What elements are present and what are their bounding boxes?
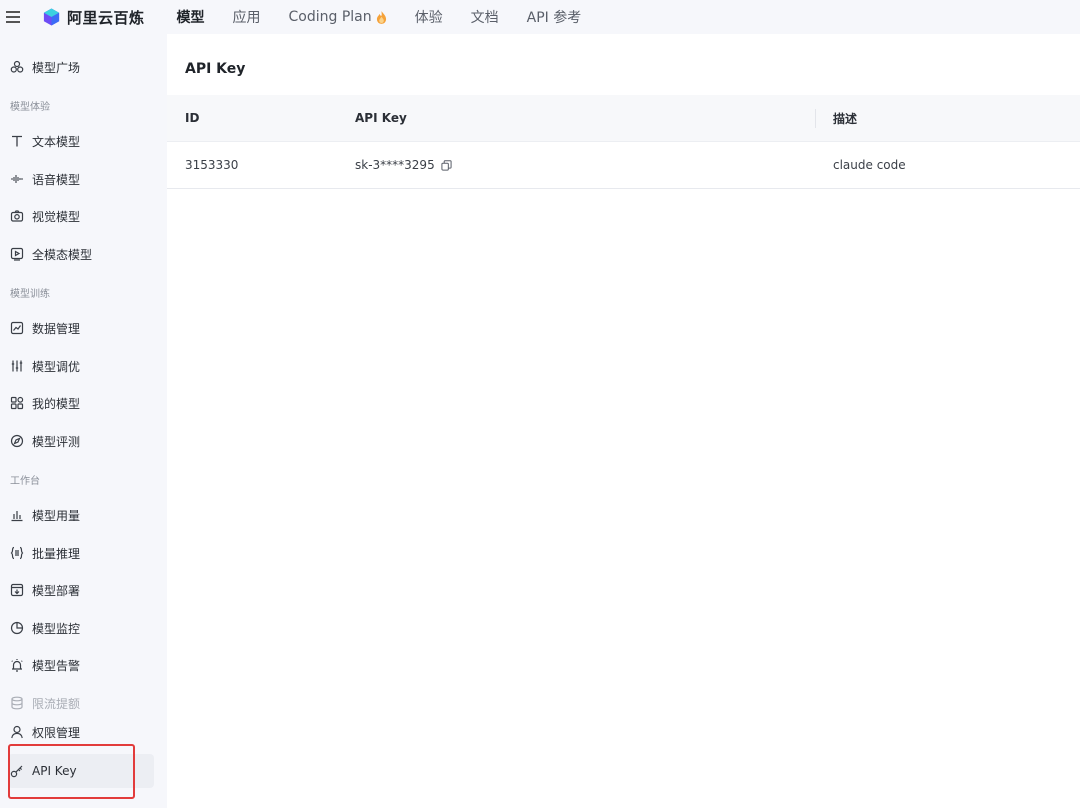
alarm-icon xyxy=(10,658,24,672)
sidebar-item-label: 批量推理 xyxy=(32,546,81,561)
flame-icon xyxy=(376,10,386,24)
sidebar-group-title: 工作台 xyxy=(10,476,40,487)
table-row: 3153330 sk-3****3295 claude code xyxy=(167,142,1080,189)
cluster-icon xyxy=(10,60,24,74)
compass-icon xyxy=(10,434,24,448)
sidebar-item-label: 模型调优 xyxy=(32,359,81,374)
copy-icon[interactable] xyxy=(441,159,452,171)
sidebar-item-voice-model[interactable]: 语音模型 xyxy=(10,166,80,192)
sidebar-item-rate-limit[interactable]: 限流提额 xyxy=(10,690,80,716)
nav-item-apps[interactable]: 应用 xyxy=(233,7,261,27)
nav-label: 文档 xyxy=(470,10,499,26)
main-content: API Key ID API Key 描述 3153330 sk-3****32… xyxy=(167,34,1080,808)
sidebar-item-label: 模型用量 xyxy=(32,508,81,523)
sidebar-item-monitoring[interactable]: 模型监控 xyxy=(10,615,80,641)
brand[interactable]: 阿里云百炼 xyxy=(42,7,145,28)
cell-id: 3153330 xyxy=(185,158,239,172)
line-chart-icon xyxy=(10,321,24,335)
play-box-icon xyxy=(10,247,24,261)
top-bar: 阿里云百炼 模型 应用 Coding Plan 体验 文档 API 参考 xyxy=(0,0,1080,34)
sidebar-item-text-model[interactable]: 文本模型 xyxy=(10,128,80,154)
sidebar-item-label: 文本模型 xyxy=(32,134,81,149)
brand-logo-icon xyxy=(43,8,60,26)
text-icon xyxy=(10,134,24,148)
sidebar-item-model-square[interactable]: 模型广场 xyxy=(10,54,80,80)
sidebar-item-label: 模型告警 xyxy=(32,658,81,673)
sidebar-item-label: 模型评测 xyxy=(32,434,81,449)
sidebar-item-api-key[interactable]: API Key xyxy=(8,754,154,788)
sidebar-item-label: 模型监控 xyxy=(32,621,81,636)
user-icon xyxy=(10,725,24,739)
column-header-api-key: API Key xyxy=(355,111,407,125)
column-header-id: ID xyxy=(185,111,200,125)
menu-icon[interactable] xyxy=(6,11,20,23)
sidebar-item-label: 视觉模型 xyxy=(32,209,81,224)
nav-item-docs[interactable]: 文档 xyxy=(471,7,499,27)
sidebar-item-usage[interactable]: 模型用量 xyxy=(10,502,80,528)
sidebar-item-label: 模型部署 xyxy=(32,583,81,598)
sidebar-item-alarms[interactable]: 模型告警 xyxy=(10,652,80,678)
sidebar-item-label: 全模态模型 xyxy=(32,247,93,262)
api-key-table: ID API Key 描述 3153330 sk-3****3295 claud… xyxy=(167,95,1080,189)
sidebar-item-label: 权限管理 xyxy=(32,725,81,740)
page-title: API Key xyxy=(185,61,246,77)
sidebar-item-omni-model[interactable]: 全模态模型 xyxy=(10,241,92,267)
sidebar-group-title: 模型体验 xyxy=(10,102,50,113)
nav-item-api-reference[interactable]: API 参考 xyxy=(527,7,582,27)
sidebar-item-batch-inference[interactable]: 批量推理 xyxy=(10,540,80,566)
brand-name: 阿里云百炼 xyxy=(67,8,145,27)
nav-label: 体验 xyxy=(414,10,443,26)
nav-label: 应用 xyxy=(232,10,261,26)
sidebar-item-label: 我的模型 xyxy=(32,396,81,411)
bar-chart-icon xyxy=(10,508,24,522)
download-box-icon xyxy=(10,583,24,597)
sidebar-item-deployment[interactable]: 模型部署 xyxy=(10,577,80,603)
nav-label: API 参考 xyxy=(526,10,582,26)
apps-icon xyxy=(10,396,24,410)
braces-icon xyxy=(10,546,24,560)
sliders-icon xyxy=(10,359,24,373)
nav-item-experience[interactable]: 体验 xyxy=(415,7,443,27)
top-nav: 模型 应用 Coding Plan 体验 文档 API 参考 xyxy=(177,7,610,27)
sidebar-item-my-models[interactable]: 我的模型 xyxy=(10,390,80,416)
api-key-value: sk-3****3295 xyxy=(355,158,435,172)
sidebar-item-label: 限流提额 xyxy=(32,696,81,711)
nav-item-models[interactable]: 模型 xyxy=(177,7,205,27)
nav-item-coding-plan[interactable]: Coding Plan xyxy=(289,9,387,25)
sidebar-item-vision-model[interactable]: 视觉模型 xyxy=(10,203,80,229)
table-header: ID API Key 描述 xyxy=(167,95,1080,142)
sidebar-item-evaluation[interactable]: 模型评测 xyxy=(10,428,80,454)
key-icon xyxy=(10,764,24,778)
nav-label: Coding Plan xyxy=(288,9,372,25)
camera-icon xyxy=(10,209,24,223)
database-icon xyxy=(10,696,24,710)
column-divider xyxy=(815,109,816,128)
sidebar-item-label: API Key xyxy=(32,764,77,778)
nav-label: 模型 xyxy=(176,10,205,26)
waveform-icon xyxy=(10,172,24,186)
sidebar: 模型广场 模型体验 文本模型 语音模型 视觉模型 全模态模型 模型训练 数据管理 xyxy=(0,34,167,808)
sidebar-item-fine-tuning[interactable]: 模型调优 xyxy=(10,353,80,379)
sidebar-group-title: 模型训练 xyxy=(10,289,50,300)
sidebar-item-label: 语音模型 xyxy=(32,172,81,187)
column-header-description: 描述 xyxy=(833,111,858,126)
sidebar-item-permissions[interactable]: 权限管理 xyxy=(10,719,80,745)
cell-api-key: sk-3****3295 xyxy=(355,158,452,172)
pie-icon xyxy=(10,621,24,635)
sidebar-item-data-management[interactable]: 数据管理 xyxy=(10,315,80,341)
cell-description: claude code xyxy=(833,158,906,172)
sidebar-item-label: 数据管理 xyxy=(32,321,81,336)
sidebar-item-label: 模型广场 xyxy=(32,60,81,75)
